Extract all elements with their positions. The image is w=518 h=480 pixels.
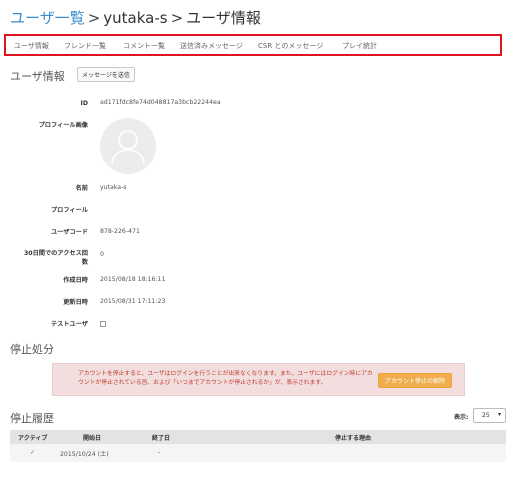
suspension-alert-text: アカウントを停止すると、ユーザはログインを行うことが出来なくなります。また、ユー… <box>78 371 373 386</box>
column-header-start[interactable]: 開始日 <box>83 433 101 442</box>
tab-friends[interactable]: フレンド一覧 <box>64 41 106 51</box>
page-size-select[interactable]: 25 ▾ <box>473 408 506 423</box>
user-info-heading: ユーザ情報 <box>10 70 65 83</box>
suspension-heading: 停止処分 <box>10 343 54 356</box>
avatar <box>100 118 156 174</box>
test-user-label: テストユーザ <box>50 321 88 328</box>
tab-comments[interactable]: コメント一覧 <box>123 41 165 51</box>
start-date-cell: 2015/10/24 (土) <box>60 451 109 458</box>
access-count-label: 30日間でのアクセス回数 <box>24 250 88 266</box>
caret-down-icon: ▾ <box>497 411 501 418</box>
tab-csr-messages[interactable]: CSR とのメッセージ <box>258 41 323 51</box>
tab-play-stats[interactable]: プレイ統計 <box>342 41 377 51</box>
page-title: ユーザ情報 <box>186 9 261 27</box>
page-size-value: 25 <box>482 412 490 419</box>
column-header-end[interactable]: 終了日 <box>152 433 170 442</box>
suspension-alert: アカウントを停止すると、ユーザはログインを行うことが出来なくなります。また、ユー… <box>52 363 465 396</box>
table-row: ✓ 2015/10/24 (土) - <box>10 444 506 462</box>
access-count-value: 0 <box>100 251 104 258</box>
breadcrumb: ユーザ一覧 > yutaka-s > ユーザ情報 <box>10 7 261 28</box>
updated-at-label: 更新日時 <box>63 299 88 306</box>
breadcrumb-separator: > <box>170 9 184 27</box>
profile-image-label: プロフィール画像 <box>38 122 88 129</box>
created-at-value: 2015/08/18 18:16:11 <box>100 276 166 283</box>
tab-sent-messages[interactable]: 送信済みメッセージ <box>180 41 243 51</box>
active-check-icon: ✓ <box>30 449 36 456</box>
person-icon <box>111 130 145 165</box>
name-label: 名前 <box>75 185 88 192</box>
user-code-label: ユーザコード <box>50 229 88 236</box>
profile-label: プロフィール <box>50 207 88 214</box>
unsuspend-account-button[interactable]: アカウント停止の解除 <box>378 373 452 388</box>
id-value: ad171fdc8fe74d048817a3bcb22244ea <box>100 99 221 106</box>
user-code-value: 878-226-471 <box>100 228 140 235</box>
suspension-history-heading: 停止履歴 <box>10 412 54 425</box>
name-value: yutaka-s <box>100 184 127 191</box>
column-header-reason[interactable]: 停止する理由 <box>335 433 371 442</box>
send-message-button[interactable]: メッセージを送信 <box>77 67 135 82</box>
test-user-checkbox[interactable] <box>100 321 106 327</box>
tab-bar: ユーザ情報 フレンド一覧 コメント一覧 送信済みメッセージ CSR とのメッセー… <box>4 34 502 56</box>
breadcrumb-user: yutaka-s <box>103 9 168 27</box>
page-size-label: 表示: <box>454 414 469 421</box>
tab-user-info[interactable]: ユーザ情報 <box>14 41 49 51</box>
created-at-label: 作成日時 <box>63 277 88 284</box>
id-label: ID <box>80 100 88 107</box>
breadcrumb-user-list-link[interactable]: ユーザ一覧 <box>10 9 85 27</box>
history-table-header: アクティブ 開始日 終了日 停止する理由 <box>10 430 506 444</box>
column-header-active[interactable]: アクティブ <box>18 433 47 442</box>
updated-at-value: 2015/08/31 17:11:23 <box>100 298 166 305</box>
breadcrumb-separator: > <box>87 9 101 27</box>
end-date-cell: - <box>158 449 161 456</box>
